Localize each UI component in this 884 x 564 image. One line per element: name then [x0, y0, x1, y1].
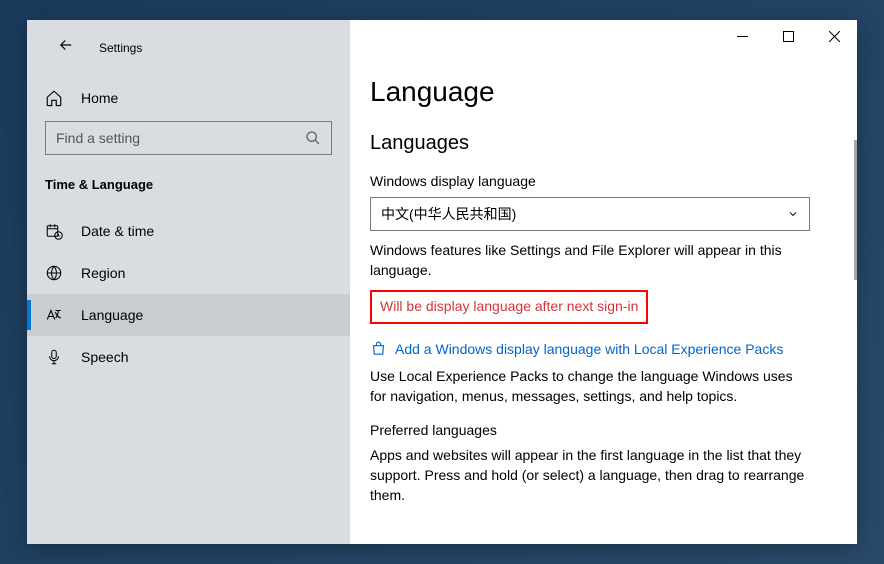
- scrollbar[interactable]: [853, 140, 857, 544]
- app-title: Settings: [99, 41, 142, 55]
- nav-item-label: Language: [81, 307, 143, 323]
- content-inner: Language Languages Windows display langu…: [350, 52, 857, 544]
- home-label: Home: [81, 90, 118, 106]
- settings-window: Settings Home Time & Language Date & tim…: [27, 20, 857, 544]
- back-button[interactable]: [57, 36, 75, 59]
- close-button[interactable]: [811, 21, 857, 51]
- chevron-down-icon: [787, 208, 799, 220]
- add-language-link[interactable]: Add a Windows display language with Loca…: [395, 341, 783, 357]
- nav-language[interactable]: Language: [27, 294, 350, 336]
- display-language-dropdown[interactable]: 中文(中华人民共和国): [370, 197, 810, 231]
- store-icon: [370, 340, 387, 357]
- nav-date-time[interactable]: Date & time: [27, 210, 350, 252]
- nav-speech[interactable]: Speech: [27, 336, 350, 378]
- home-icon: [45, 89, 63, 107]
- pending-signin-text: Will be display language after next sign…: [380, 298, 638, 314]
- page-title: Language: [370, 76, 837, 108]
- add-language-link-row: Add a Windows display language with Loca…: [370, 340, 837, 357]
- search-wrap: [27, 121, 350, 173]
- microphone-icon: [45, 348, 63, 366]
- category-header: Time & Language: [27, 173, 350, 210]
- lep-desc: Use Local Experience Packs to change the…: [370, 367, 810, 406]
- search-box[interactable]: [45, 121, 332, 155]
- nav-list: Date & time Region Language Speech: [27, 210, 350, 378]
- language-icon: [45, 306, 63, 324]
- titlebar-left: Settings: [27, 36, 350, 79]
- calendar-clock-icon: [45, 222, 63, 240]
- nav-region[interactable]: Region: [27, 252, 350, 294]
- window-controls: [350, 20, 857, 52]
- pending-signin-highlight: Will be display language after next sign…: [370, 290, 648, 324]
- globe-icon: [45, 264, 63, 282]
- nav-item-label: Region: [81, 265, 125, 281]
- search-input[interactable]: [56, 130, 305, 146]
- scrollbar-thumb[interactable]: [854, 140, 857, 280]
- sidebar: Settings Home Time & Language Date & tim…: [27, 20, 350, 544]
- maximize-button[interactable]: [765, 21, 811, 51]
- home-nav[interactable]: Home: [27, 79, 350, 121]
- section-languages: Languages: [370, 132, 837, 155]
- display-language-desc: Windows features like Settings and File …: [370, 241, 810, 280]
- content-pane: Language Languages Windows display langu…: [350, 20, 857, 544]
- minimize-button[interactable]: [719, 21, 765, 51]
- nav-item-label: Date & time: [81, 223, 154, 239]
- display-language-label: Windows display language: [370, 173, 837, 189]
- nav-item-label: Speech: [81, 349, 128, 365]
- dropdown-value: 中文(中华人民共和国): [381, 204, 516, 224]
- preferred-languages-desc: Apps and websites will appear in the fir…: [370, 446, 810, 505]
- preferred-languages-header: Preferred languages: [370, 422, 837, 438]
- search-icon: [305, 130, 321, 146]
